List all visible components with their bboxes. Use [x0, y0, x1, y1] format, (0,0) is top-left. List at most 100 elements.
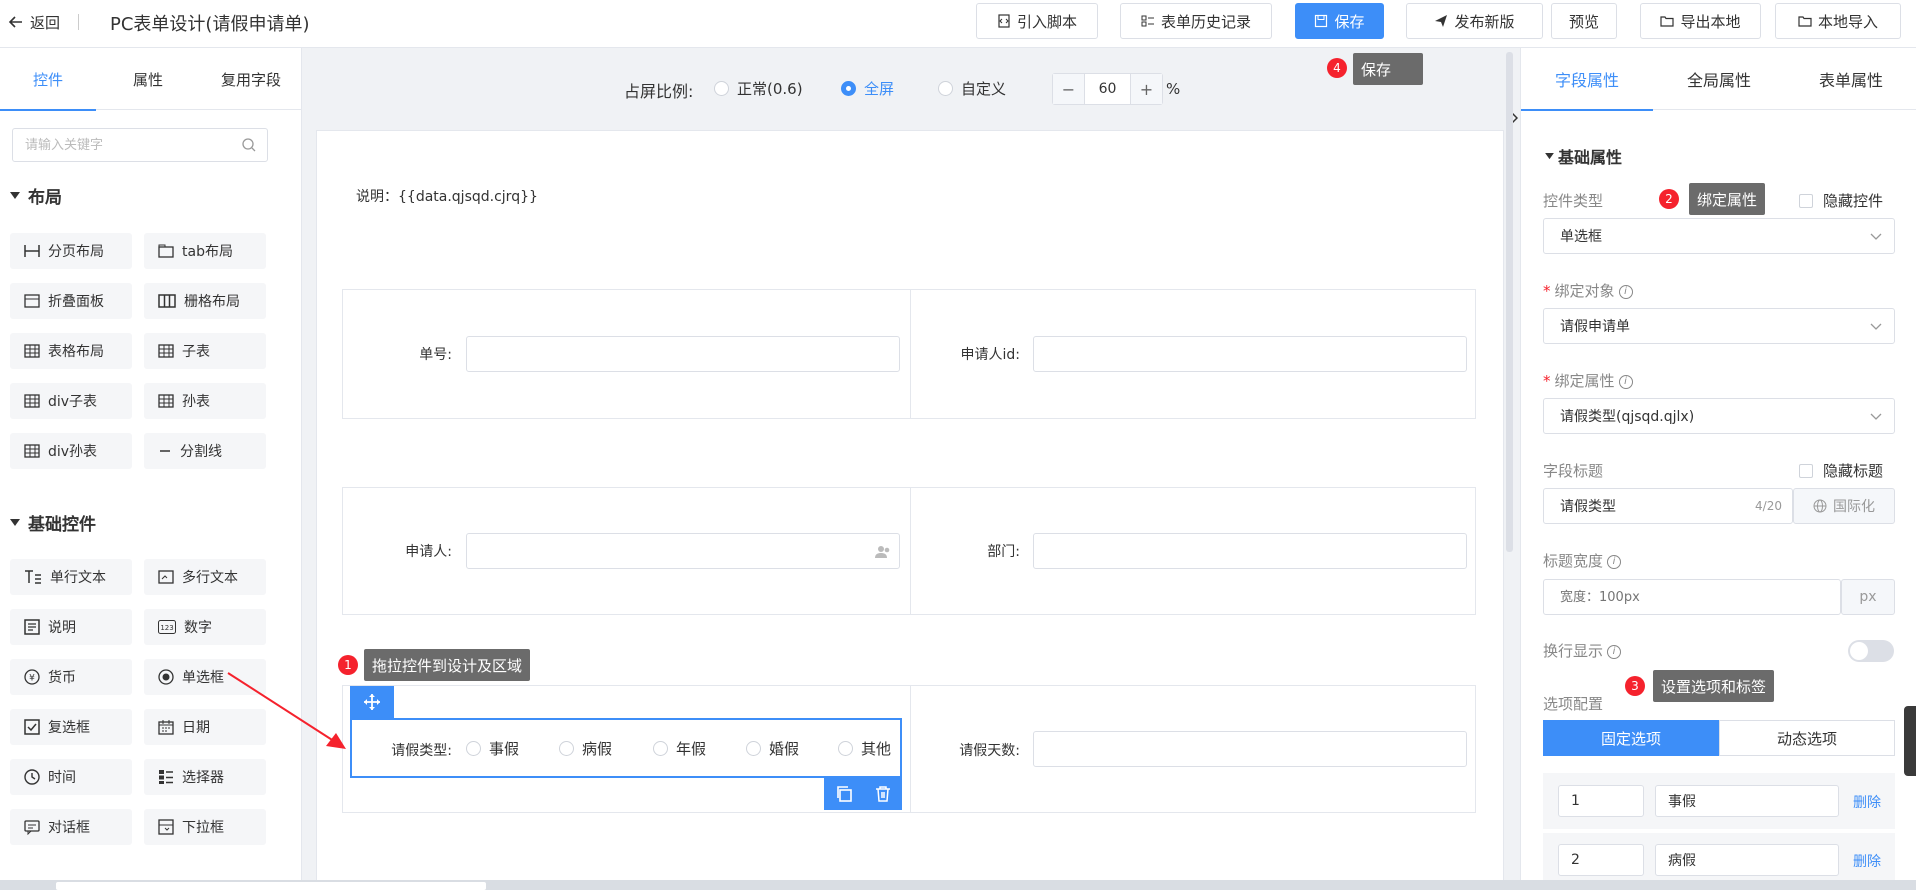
control-type-select[interactable]: 单选框 [1543, 218, 1895, 254]
zoom-unit: % [1166, 80, 1181, 98]
text-icon [25, 570, 41, 584]
control-number[interactable]: 123 数字 [144, 609, 266, 645]
leave-option-1[interactable]: 事假 [466, 738, 519, 759]
back-button[interactable]: 返回 [8, 8, 60, 36]
ratio-custom-radio[interactable]: 自定义 [938, 78, 1006, 99]
control-label: 货币 [48, 670, 76, 686]
page-title: PC表单设计(请假申请单) [110, 14, 310, 35]
control-checkbox[interactable]: 复选框 [10, 709, 132, 745]
applicant-input[interactable] [466, 533, 900, 569]
number-input[interactable] [466, 336, 900, 372]
control-grid-layout[interactable]: 栅格布局 [144, 283, 266, 319]
publish-button[interactable]: 发布新版 [1406, 3, 1543, 39]
bind-object-select[interactable]: 请假申请单 [1543, 308, 1895, 344]
right-tabs: 字段属性 全局属性 表单属性 [1521, 48, 1916, 111]
tab-global-properties[interactable]: 全局属性 [1653, 48, 1785, 110]
search-icon[interactable] [241, 137, 257, 153]
basic-group-title[interactable]: 基础控件 [10, 510, 96, 535]
control-dropdown[interactable]: 下拉框 [144, 809, 266, 845]
control-tab-layout[interactable]: tab布局 [144, 233, 266, 269]
delete-option-button[interactable]: 删除 [1853, 851, 1881, 871]
control-multi-text[interactable]: 多行文本 [144, 559, 266, 595]
save-button[interactable]: 保存 [1295, 3, 1384, 39]
bind-attr-label: * 绑定属性 i [1543, 370, 1633, 391]
option-value-input[interactable]: 2 [1558, 844, 1644, 876]
zoom-decrease-button[interactable]: − [1053, 74, 1085, 104]
bind-attr-select[interactable]: 请假类型(qjsqd.qjlx) [1543, 398, 1895, 434]
hide-title-checkbox[interactable]: 隐藏标题 [1799, 460, 1883, 481]
leave-option-4[interactable]: 婚假 [746, 738, 799, 759]
preview-button[interactable]: 预览 [1551, 3, 1617, 39]
control-currency[interactable]: ¥ 货币 [10, 659, 132, 695]
column-divider [910, 686, 911, 812]
tab-reuse-fields[interactable]: 复用字段 [200, 48, 302, 110]
horizontal-scrollbar-thumb[interactable] [56, 882, 486, 890]
top-header: 返回 PC表单设计(请假申请单) 引入脚本 表单历史记录 保存 发布新版 预览 … [0, 0, 1916, 48]
control-type-value: 单选框 [1560, 229, 1602, 245]
department-input[interactable] [1033, 533, 1467, 569]
note-text: 说明：{{data.qjsqd.cjrq}} [356, 189, 538, 205]
zoom-input[interactable] [1085, 74, 1130, 104]
control-sub-table[interactable]: 子表 [144, 333, 266, 369]
control-page-layout[interactable]: 分页布局 [10, 233, 132, 269]
control-collapse-panel[interactable]: 折叠面板 [10, 283, 132, 319]
folder-icon [1660, 16, 1675, 27]
ratio-fullscreen-radio[interactable]: 全屏 [841, 78, 894, 99]
field-title-input[interactable]: 请假类型 4/20 [1543, 488, 1793, 524]
leave-option-3[interactable]: 年假 [653, 738, 706, 759]
hide-control-checkbox[interactable]: 隐藏控件 [1799, 190, 1883, 211]
option-label-input[interactable]: 事假 [1655, 785, 1839, 817]
tab-properties[interactable]: 属性 [96, 48, 200, 110]
layout-group-label: 布局 [28, 188, 62, 208]
search-input[interactable] [13, 129, 233, 161]
applicant-id-input[interactable] [1033, 336, 1467, 372]
option-label-input[interactable]: 病假 [1655, 844, 1839, 876]
leave-days-input[interactable] [1033, 731, 1467, 767]
side-float-widget[interactable] [1904, 706, 1916, 776]
control-grandchild-table[interactable]: 孙表 [144, 383, 266, 419]
control-description[interactable]: 说明 [10, 609, 132, 645]
import-script-button[interactable]: 引入脚本 [976, 3, 1098, 39]
import-button[interactable]: 本地导入 [1775, 3, 1901, 39]
layout-group-title[interactable]: 布局 [10, 183, 62, 208]
tab-controls[interactable]: 控件 [0, 48, 96, 111]
control-divider[interactable]: 分割线 [144, 433, 266, 469]
i18n-button[interactable]: 国际化 [1793, 488, 1895, 524]
user-select-icon[interactable] [875, 545, 891, 559]
ratio-normal-radio[interactable]: 正常(0.6) [714, 78, 803, 99]
control-label: 日期 [182, 720, 210, 736]
leave-option-2[interactable]: 病假 [559, 738, 612, 759]
title-width-label: 标题宽度 i [1543, 550, 1622, 571]
control-single-text[interactable]: 单行文本 [10, 559, 132, 595]
title-width-input[interactable] [1543, 579, 1841, 615]
control-div-sub-table[interactable]: div子表 [10, 383, 132, 419]
control-selector[interactable]: 选择器 [144, 759, 266, 795]
i18n-label: 国际化 [1833, 499, 1875, 515]
export-button[interactable]: 导出本地 [1640, 3, 1761, 39]
control-label: 下拉框 [182, 820, 224, 836]
header-divider [78, 14, 79, 30]
checkbox-icon [24, 719, 40, 735]
wrap-toggle[interactable] [1848, 640, 1894, 662]
title-width-field[interactable] [1544, 580, 1824, 614]
control-table-layout[interactable]: 表格布局 [10, 333, 132, 369]
copy-icon[interactable] [835, 785, 853, 803]
fixed-options-tab[interactable]: 固定选项 [1543, 720, 1719, 756]
control-dialog[interactable]: 对话框 [10, 809, 132, 845]
control-div-grandchild-table[interactable]: div孙表 [10, 433, 132, 469]
basic-props-section[interactable]: 基础属性 [1545, 144, 1622, 168]
step-badge-2: 2 [1659, 189, 1679, 209]
dynamic-options-tab[interactable]: 动态选项 [1719, 720, 1895, 756]
wrap-label: 换行显示 i [1543, 640, 1622, 661]
tab-field-properties[interactable]: 字段属性 [1521, 48, 1653, 111]
history-button[interactable]: 表单历史记录 [1120, 3, 1272, 39]
trash-icon[interactable] [874, 785, 892, 803]
step-badge-3: 3 [1625, 676, 1645, 696]
canvas-scrollbar[interactable] [1506, 52, 1513, 552]
delete-option-button[interactable]: 删除 [1853, 792, 1881, 812]
tab-form-properties[interactable]: 表单属性 [1785, 48, 1916, 110]
leave-option-5[interactable]: 其他 [838, 738, 891, 759]
zoom-increase-button[interactable]: + [1130, 74, 1162, 104]
option-value-input[interactable]: 1 [1558, 785, 1644, 817]
control-time[interactable]: 时间 [10, 759, 132, 795]
